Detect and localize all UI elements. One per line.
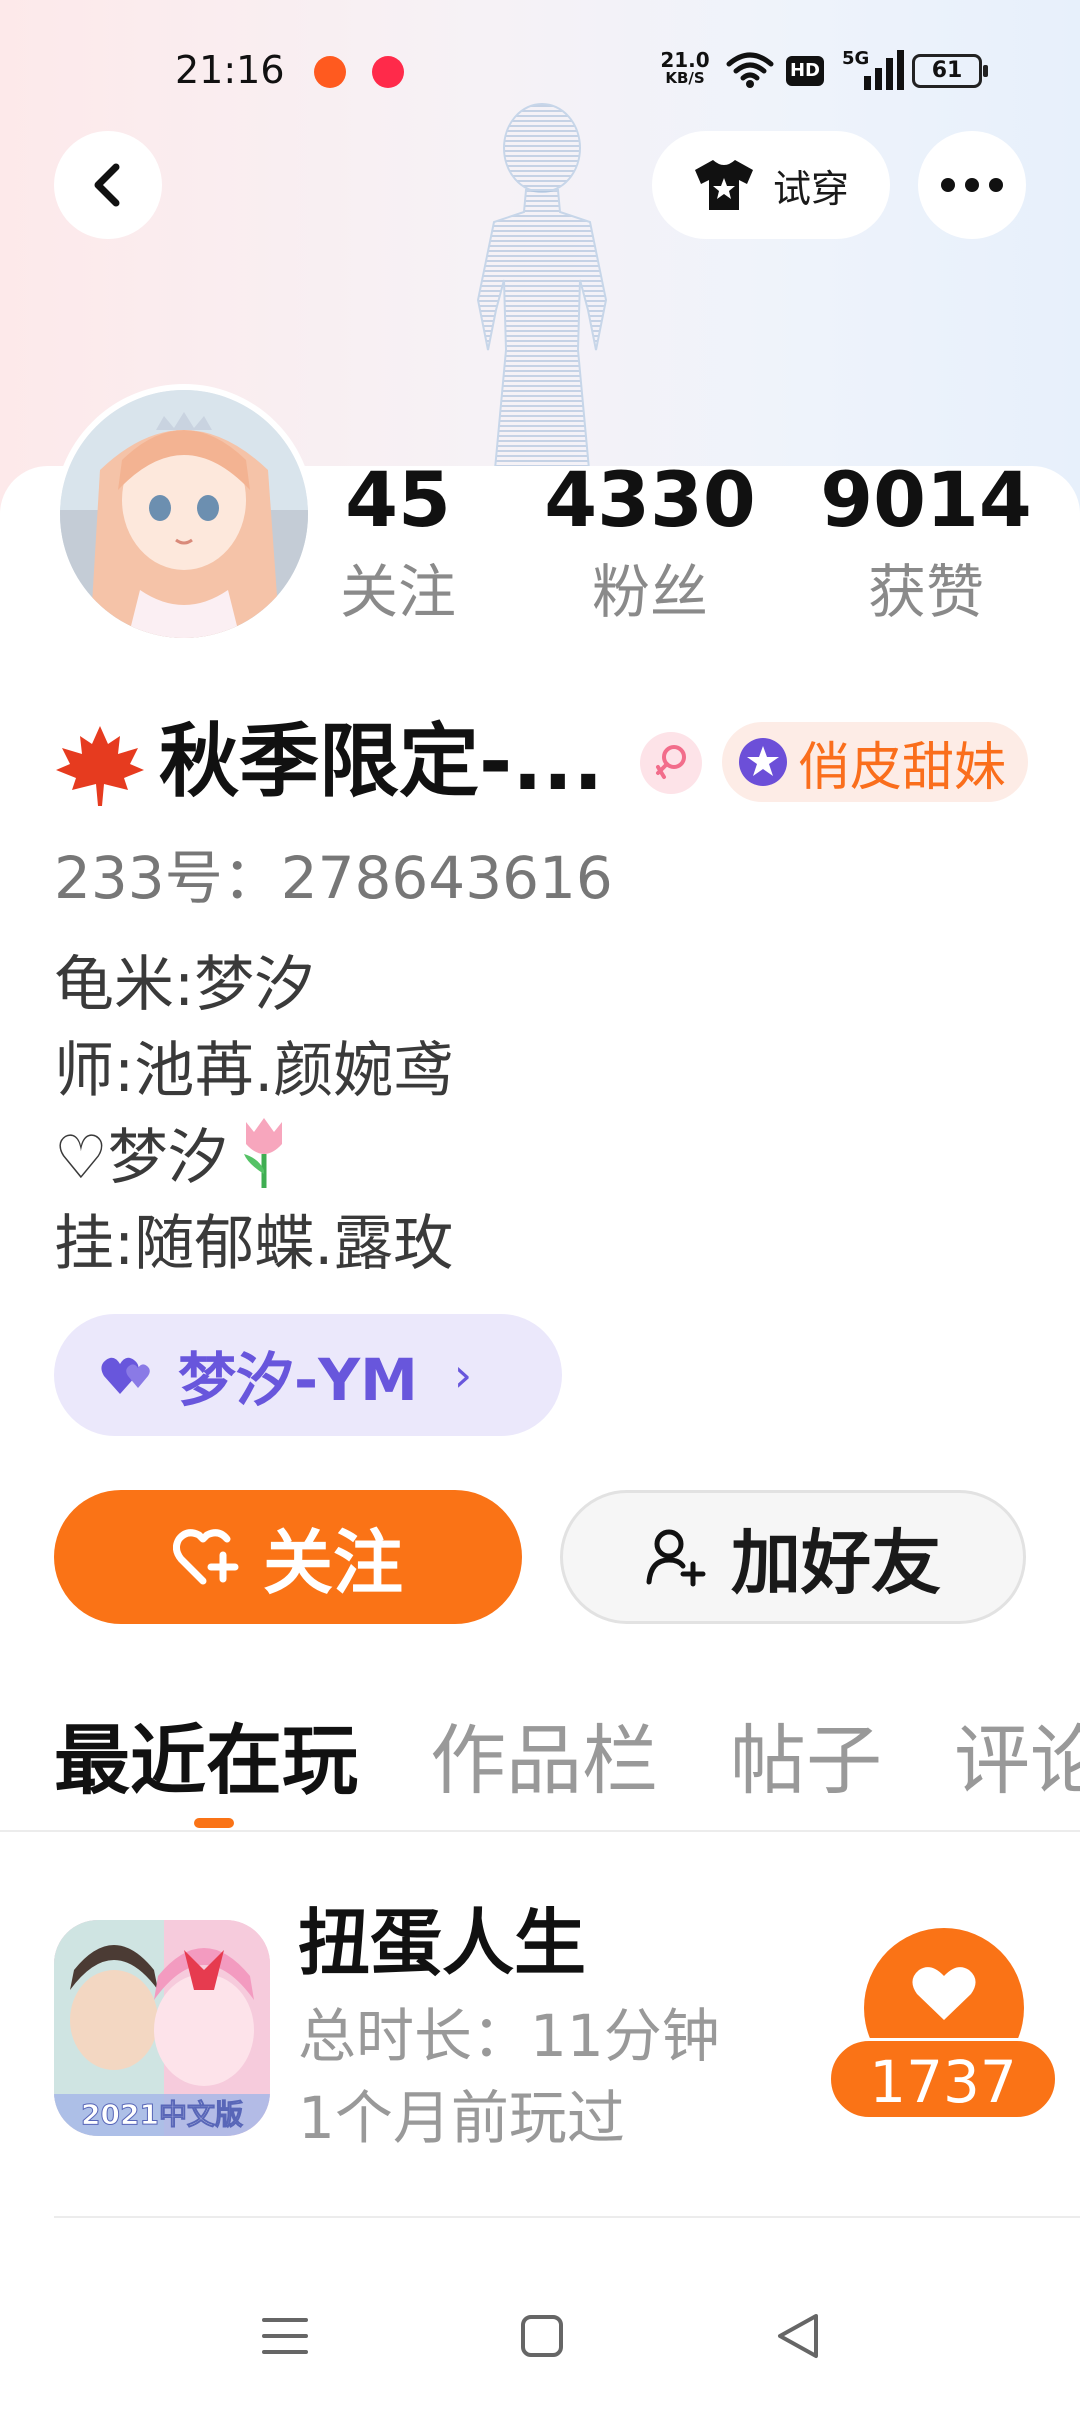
follow-button[interactable]: 关注 (54, 1490, 522, 1624)
try-on-button[interactable]: 试穿 (652, 131, 890, 239)
game-icon-label: 2021中文版 (81, 2098, 243, 2131)
title-badge[interactable]: 俏皮甜妹 (722, 722, 1029, 802)
network-speed: 21.0 KB/S (655, 50, 715, 86)
stat-likes[interactable]: 9014 获赞 (816, 452, 1036, 632)
system-nav-bar (0, 2272, 1080, 2412)
bio-line: 挂:随郁蝶.露玫 (54, 1209, 454, 1279)
heart-plus-icon (173, 1529, 239, 1585)
recent-apps-icon[interactable] (262, 2314, 308, 2358)
title-badge-label: 俏皮甜妹 (798, 737, 1007, 798)
name-row: 秋季限定-... 俏皮甜妹 (54, 712, 1054, 812)
add-friend-button[interactable]: 加好友 (560, 1490, 1026, 1624)
tabs-divider (0, 1830, 1080, 1832)
star-badge-icon (739, 738, 787, 786)
user-id: 233号：278643616 (54, 844, 613, 912)
battery-icon: 61 (912, 54, 988, 88)
tshirt-icon (694, 160, 753, 210)
female-gender-icon (640, 732, 702, 794)
tab-posts[interactable]: 帖子 (730, 1706, 882, 1816)
double-heart-icon (101, 1357, 150, 1394)
more-button[interactable] (918, 131, 1026, 239)
signal-type-label: 5G (842, 48, 869, 69)
wifi-icon (726, 52, 774, 88)
avatar[interactable] (54, 384, 314, 644)
stat-likes-label: 获赞 (867, 558, 984, 626)
try-on-label: 试穿 (772, 166, 849, 211)
active-tab-indicator (194, 1818, 234, 1828)
chevron-left-icon (94, 163, 120, 207)
cell-signal-icon: 5G (842, 48, 904, 90)
tab-works[interactable]: 作品栏 (430, 1706, 658, 1816)
user-plus-icon (646, 1529, 706, 1587)
game-name: 扭蛋人生 (298, 1901, 587, 1985)
status-time: 21:16 (175, 48, 285, 92)
follow-label: 关注 (263, 1521, 403, 1604)
game-play-duration: 总时长：11分钟 (298, 2002, 720, 2070)
status-bar: 21:16 21.0 KB/S HD 5G 61 (0, 40, 1080, 110)
cp-relationship-label: 梦汐-YM (178, 1346, 418, 1414)
more-dots-icon (941, 178, 1003, 192)
cp-relationship-tag[interactable]: 梦汐-YM › (54, 1314, 562, 1436)
hd-voice-icon: HD (786, 56, 824, 86)
stat-following-value: 45 (345, 455, 451, 544)
stat-fans[interactable]: 4330 粉丝 (540, 452, 760, 632)
back-button[interactable] (54, 131, 162, 239)
tab-recently-played[interactable]: 最近在玩 (54, 1706, 358, 1816)
stat-following-label: 关注 (339, 558, 456, 626)
stat-fans-label: 粉丝 (591, 558, 708, 626)
tulip-icon (243, 1118, 282, 1188)
profile-tabs: 最近在玩 作品栏 帖子 评论 (54, 1706, 1080, 1816)
stat-fans-value: 4330 (544, 455, 756, 544)
bio-line: 龟米:梦汐 (54, 950, 315, 1020)
bio-line: 师:池苒.颜婉鸢 (54, 1036, 454, 1106)
notification-video-icon (372, 56, 404, 88)
profile-bio: 龟米:梦汐 师:池苒.颜婉鸢 ♡梦汐 挂:随郁蝶.露玫 (54, 942, 453, 1287)
heart-icon (912, 1967, 976, 2020)
game-icon: 2021中文版 (54, 1920, 270, 2136)
home-icon[interactable] (520, 2314, 564, 2358)
list-divider (54, 2216, 1080, 2218)
avatar-3d-figure (476, 103, 608, 480)
game-like-count: 1737 (828, 2038, 1058, 2120)
bio-line: ♡梦汐 (54, 1114, 453, 1201)
tab-comments[interactable]: 评论 (954, 1706, 1080, 1816)
game-last-played: 1个月前玩过 (298, 2084, 625, 2152)
maple-leaf-icon (56, 726, 144, 806)
chevron-right-icon: › (453, 1348, 473, 1402)
list-item[interactable]: 2021中文版 扭蛋人生 总时长：11分钟 1个月前玩过 1737 (54, 1898, 1058, 2152)
stat-following[interactable]: 45 关注 (288, 452, 508, 632)
game-like-button[interactable]: 1737 (828, 1928, 1058, 2128)
profile-name: 秋季限定-... (159, 715, 604, 808)
avatar-image (60, 390, 308, 638)
bio-line-text: ♡梦汐 (54, 1123, 228, 1193)
network-speed-unit: KB/S (665, 69, 705, 87)
network-speed-value: 21.0 (660, 48, 710, 72)
back-triangle-icon[interactable] (776, 2312, 820, 2360)
add-friend-label: 加好友 (731, 1521, 941, 1604)
notification-app-icon (314, 56, 346, 88)
stat-likes-value: 9014 (820, 455, 1032, 544)
